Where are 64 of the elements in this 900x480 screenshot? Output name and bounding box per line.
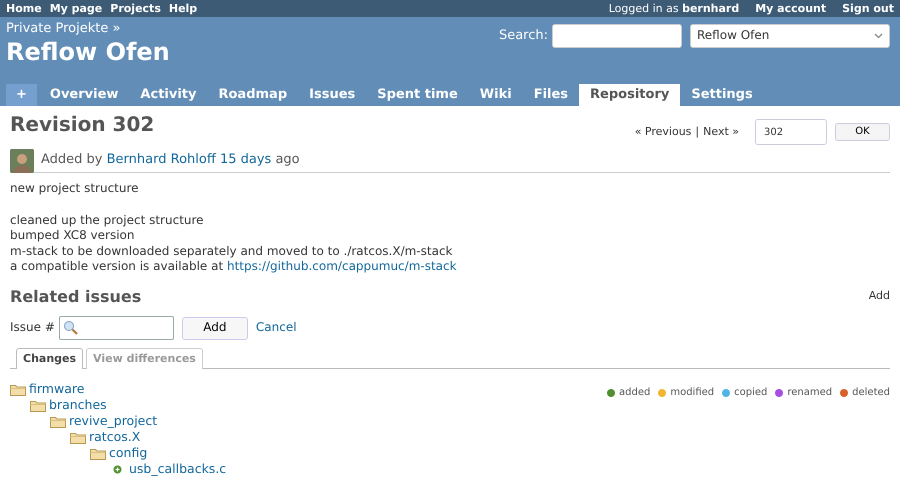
age-link[interactable]: 15 days xyxy=(220,152,272,168)
search-label: Search: xyxy=(498,28,548,44)
nav-tab[interactable]: Spent time xyxy=(366,84,469,106)
commit-detail: a compatible version is available at https://github.com/cappumuc/m-stack xyxy=(10,259,458,275)
folder-icon xyxy=(10,382,26,396)
folder-icon xyxy=(30,398,46,412)
commit-message: new project structure xyxy=(10,181,140,197)
next-label: Next » xyxy=(703,124,739,140)
author-link[interactable]: Bernhard Rohloff xyxy=(106,152,216,168)
nav-tab[interactable]: Settings xyxy=(680,84,764,106)
issue-label: Issue # xyxy=(10,320,55,336)
folder-link[interactable]: revive_project xyxy=(69,413,158,430)
add-button[interactable]: Add xyxy=(182,316,248,340)
legend-label: modified xyxy=(670,386,714,400)
separator: | xyxy=(695,124,700,140)
file-link[interactable]: usb_callbacks.c xyxy=(129,461,226,478)
changes-tab[interactable]: Changes xyxy=(16,348,84,370)
legend-label: deleted xyxy=(852,386,890,400)
search-icon xyxy=(62,320,79,336)
folder-link[interactable]: branches xyxy=(49,397,107,414)
user-link[interactable]: bernhard xyxy=(682,2,740,15)
previous-link[interactable]: « Previous xyxy=(634,124,692,140)
legend-label: copied xyxy=(734,386,768,400)
folder-icon xyxy=(70,430,86,444)
folder-link[interactable]: config xyxy=(109,445,148,462)
search-field[interactable] xyxy=(552,24,682,48)
menu-link[interactable]: Home xyxy=(6,0,42,17)
login-status: Logged in as bernhard xyxy=(608,1,740,17)
menu-link[interactable]: Sign out xyxy=(842,0,894,17)
nav-tab[interactable]: Roadmap xyxy=(207,84,298,106)
breadcrumb-link[interactable]: Private Projekte » xyxy=(6,21,170,38)
menu-link[interactable]: Help xyxy=(168,0,198,17)
folder-link[interactable]: ratcos.X xyxy=(89,429,140,446)
nav-tab[interactable]: Issues xyxy=(298,84,366,106)
nav-tab[interactable]: Overview xyxy=(38,84,130,106)
folder-icon xyxy=(90,446,106,460)
project-select[interactable]: Reflow Ofen xyxy=(690,24,890,48)
project-title: Reflow Ofen xyxy=(6,38,170,66)
add-link[interactable]: Add xyxy=(868,289,890,304)
nav-tab[interactable]: Activity xyxy=(129,84,208,106)
cancel-link[interactable]: Cancel xyxy=(256,320,297,336)
legend-label: added xyxy=(619,386,650,400)
chevron-icon xyxy=(874,33,883,39)
menu-link[interactable]: Projects xyxy=(110,0,161,17)
folder-icon xyxy=(50,414,66,428)
commit-detail: m-stack to be downloaded separately and moved to to ./ratcos.X/m-stack xyxy=(10,244,454,260)
ago-label: ago xyxy=(275,152,300,168)
folder-link[interactable]: firmware xyxy=(29,381,84,398)
url-link[interactable]: https://github.com/cappumuc/m-stack xyxy=(226,259,457,274)
commit-detail: cleaned up the project structure xyxy=(10,212,205,228)
menu-link[interactable]: My account xyxy=(755,0,826,17)
menu-link[interactable]: My page xyxy=(50,0,102,17)
commit-detail: bumped XC8 version xyxy=(10,228,136,244)
section-heading: Related issues xyxy=(10,286,142,306)
legend-label: renamed xyxy=(787,386,832,400)
issue-field[interactable] xyxy=(58,316,174,340)
nav-tab[interactable]: Repository xyxy=(579,84,680,106)
ok-button[interactable]: OK xyxy=(835,123,890,141)
nav-tab[interactable]: Wiki xyxy=(468,84,523,106)
nav-tab[interactable]: Files xyxy=(522,84,580,106)
avatar-icon xyxy=(10,149,34,173)
revision-title: Revision 302 xyxy=(10,112,154,136)
added-by-label: Added by xyxy=(41,152,104,168)
revision-field[interactable]: 302 xyxy=(755,119,827,145)
